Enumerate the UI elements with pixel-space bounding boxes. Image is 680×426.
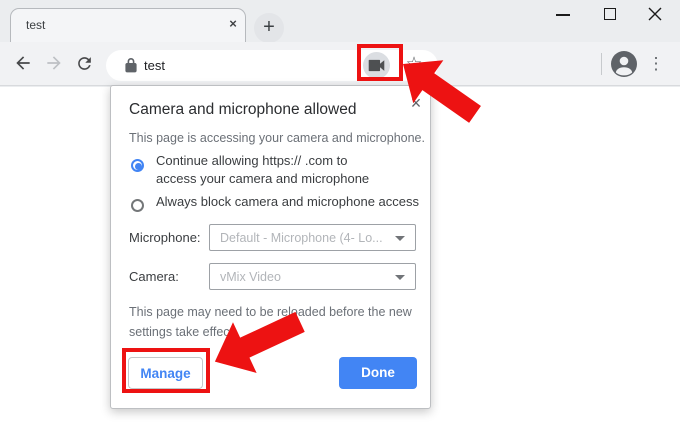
menu-icon[interactable]: ⋮ <box>646 51 666 77</box>
back-button[interactable] <box>13 53 35 75</box>
lock-icon[interactable] <box>125 58 137 78</box>
tab-title: test <box>26 18 45 32</box>
microphone-label: Microphone: <box>129 230 201 245</box>
radio-continue-allowing-label: Continue allowing https:// .com to acces… <box>156 152 369 188</box>
microphone-select[interactable]: Default - Microphone (4- Lo... <box>209 224 416 251</box>
done-button[interactable]: Done <box>339 357 417 389</box>
window-maximize-button[interactable] <box>604 8 616 20</box>
account-icon <box>611 51 637 77</box>
close-icon <box>648 7 662 21</box>
radio-always-block-label: Always block camera and microphone acces… <box>156 193 419 211</box>
tab-close-icon[interactable]: × <box>224 15 242 33</box>
profile-avatar-button[interactable] <box>611 51 637 77</box>
plus-icon: + <box>263 16 275 38</box>
annotation-box-manage <box>122 348 210 393</box>
chevron-down-icon <box>395 236 405 241</box>
window-close-button[interactable] <box>648 7 662 21</box>
forward-button[interactable] <box>44 53 66 75</box>
refresh-button[interactable] <box>75 54 97 76</box>
arrow-back-icon <box>13 53 33 73</box>
browser-window: test × + test ☆ <box>0 0 680 426</box>
radio-always-block[interactable] <box>131 199 144 212</box>
camera-label: Camera: <box>129 269 179 284</box>
tab-strip: test × + <box>0 0 680 42</box>
camera-select-value: vMix Video <box>220 270 281 284</box>
toolbar-divider <box>601 53 602 75</box>
url-text: test <box>144 58 165 73</box>
microphone-select-value: Default - Microphone (4- Lo... <box>220 231 383 245</box>
refresh-icon <box>75 54 94 73</box>
arrow-forward-icon <box>44 53 64 73</box>
new-tab-button[interactable]: + <box>254 13 284 43</box>
window-minimize-button[interactable] <box>556 14 570 16</box>
tab-test[interactable]: test × <box>10 8 246 42</box>
radio-continue-allowing[interactable] <box>131 159 144 172</box>
popup-title: Camera and microphone allowed <box>129 101 356 119</box>
toolbar: test ☆ ⋮ <box>0 42 680 86</box>
camera-select[interactable]: vMix Video <box>209 263 416 290</box>
chevron-down-icon <box>395 275 405 280</box>
popup-subtitle: This page is accessing your camera and m… <box>129 131 425 145</box>
